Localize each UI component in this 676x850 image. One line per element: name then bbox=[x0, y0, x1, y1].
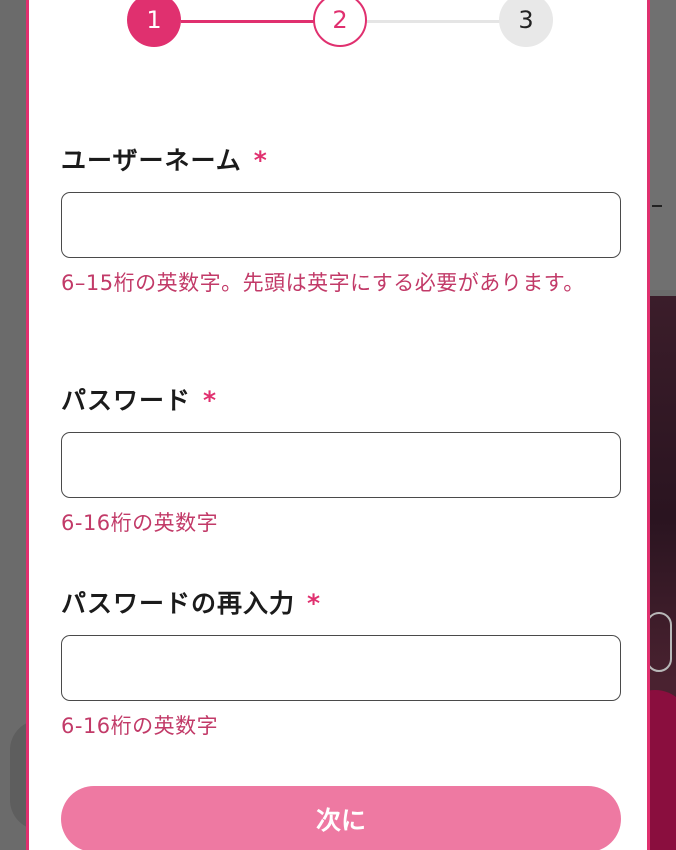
username-label-text: ユーザーネーム bbox=[61, 146, 242, 175]
password-confirm-label-text: パスワードの再入力 bbox=[61, 589, 296, 618]
step-2: 2 bbox=[313, 0, 367, 47]
step-1-active: 1 bbox=[127, 0, 181, 47]
username-hint: 6–15桁の英数字。先頭は英字にする必要があります。 bbox=[61, 271, 585, 295]
password-required-mark: * bbox=[203, 386, 218, 415]
password-input[interactable] bbox=[61, 432, 621, 498]
password-label: パスワード * bbox=[61, 381, 217, 417]
next-button[interactable]: 次に bbox=[61, 786, 621, 850]
username-required-mark: * bbox=[253, 146, 268, 175]
password-confirm-input[interactable] bbox=[61, 635, 621, 701]
registration-modal: 1 2 3 ユーザーネーム * 6–15桁の英数字。先頭は英字にする必要があります… bbox=[26, 0, 650, 850]
background-divider bbox=[652, 205, 662, 207]
username-input[interactable] bbox=[61, 192, 621, 258]
username-label: ユーザーネーム * bbox=[61, 141, 268, 177]
stepper: 1 2 3 bbox=[29, 0, 647, 53]
password-confirm-required-mark: * bbox=[307, 589, 322, 618]
step-3: 3 bbox=[499, 0, 553, 47]
password-label-text: パスワード bbox=[61, 386, 192, 415]
password-confirm-label: パスワードの再入力 * bbox=[61, 584, 321, 620]
password-hint: 6-16桁の英数字 bbox=[61, 511, 219, 535]
background-panel bbox=[648, 0, 676, 290]
password-confirm-hint: 6-16桁の英数字 bbox=[61, 714, 219, 738]
